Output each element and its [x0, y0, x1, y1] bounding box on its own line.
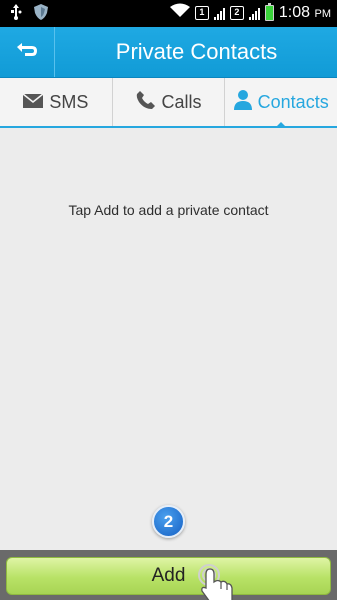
status-notifications — [10, 4, 48, 25]
bottom-bar: Add — [0, 550, 337, 600]
empty-state-message: Tap Add to add a private contact — [68, 202, 269, 218]
sim2-icon: 2 — [229, 6, 244, 20]
tab-bar: SMS Calls Contacts — [0, 78, 337, 128]
signal2-icon — [248, 6, 260, 20]
usb-icon — [10, 4, 22, 25]
contacts-list-area — [0, 130, 337, 550]
wifi-icon — [169, 3, 190, 23]
sim1-icon: 1 — [194, 6, 209, 20]
tap-hand-icon — [196, 558, 244, 600]
clock-time: 1:08 — [278, 4, 311, 21]
tab-contacts-label: Contacts — [257, 91, 329, 112]
phone-icon — [136, 90, 156, 115]
status-bar: 1 2 1:08 PM — [0, 0, 337, 27]
page-title: Private Contacts — [115, 39, 278, 64]
tab-sms[interactable]: SMS — [0, 78, 113, 126]
active-tab-indicator — [275, 122, 288, 128]
tab-sms-label: SMS — [49, 91, 89, 112]
tab-calls[interactable]: Calls — [113, 78, 226, 126]
tab-calls-label: Calls — [161, 91, 202, 112]
back-arrow-icon — [16, 42, 38, 63]
shield-icon — [34, 4, 48, 25]
tab-contacts[interactable]: Contacts — [225, 78, 337, 128]
clock: 1:08 PM — [279, 4, 331, 22]
battery-icon — [264, 3, 274, 21]
status-indicators: 1 2 1:08 PM — [169, 3, 331, 23]
signal1-icon — [213, 6, 225, 20]
back-button[interactable] — [0, 27, 55, 77]
envelope-icon — [22, 92, 44, 113]
add-button[interactable]: Add — [6, 557, 331, 595]
app-bar: Private Contacts — [0, 27, 337, 78]
step-badge: 2 — [152, 505, 185, 538]
person-icon — [233, 89, 252, 115]
clock-ampm: PM — [314, 8, 332, 20]
